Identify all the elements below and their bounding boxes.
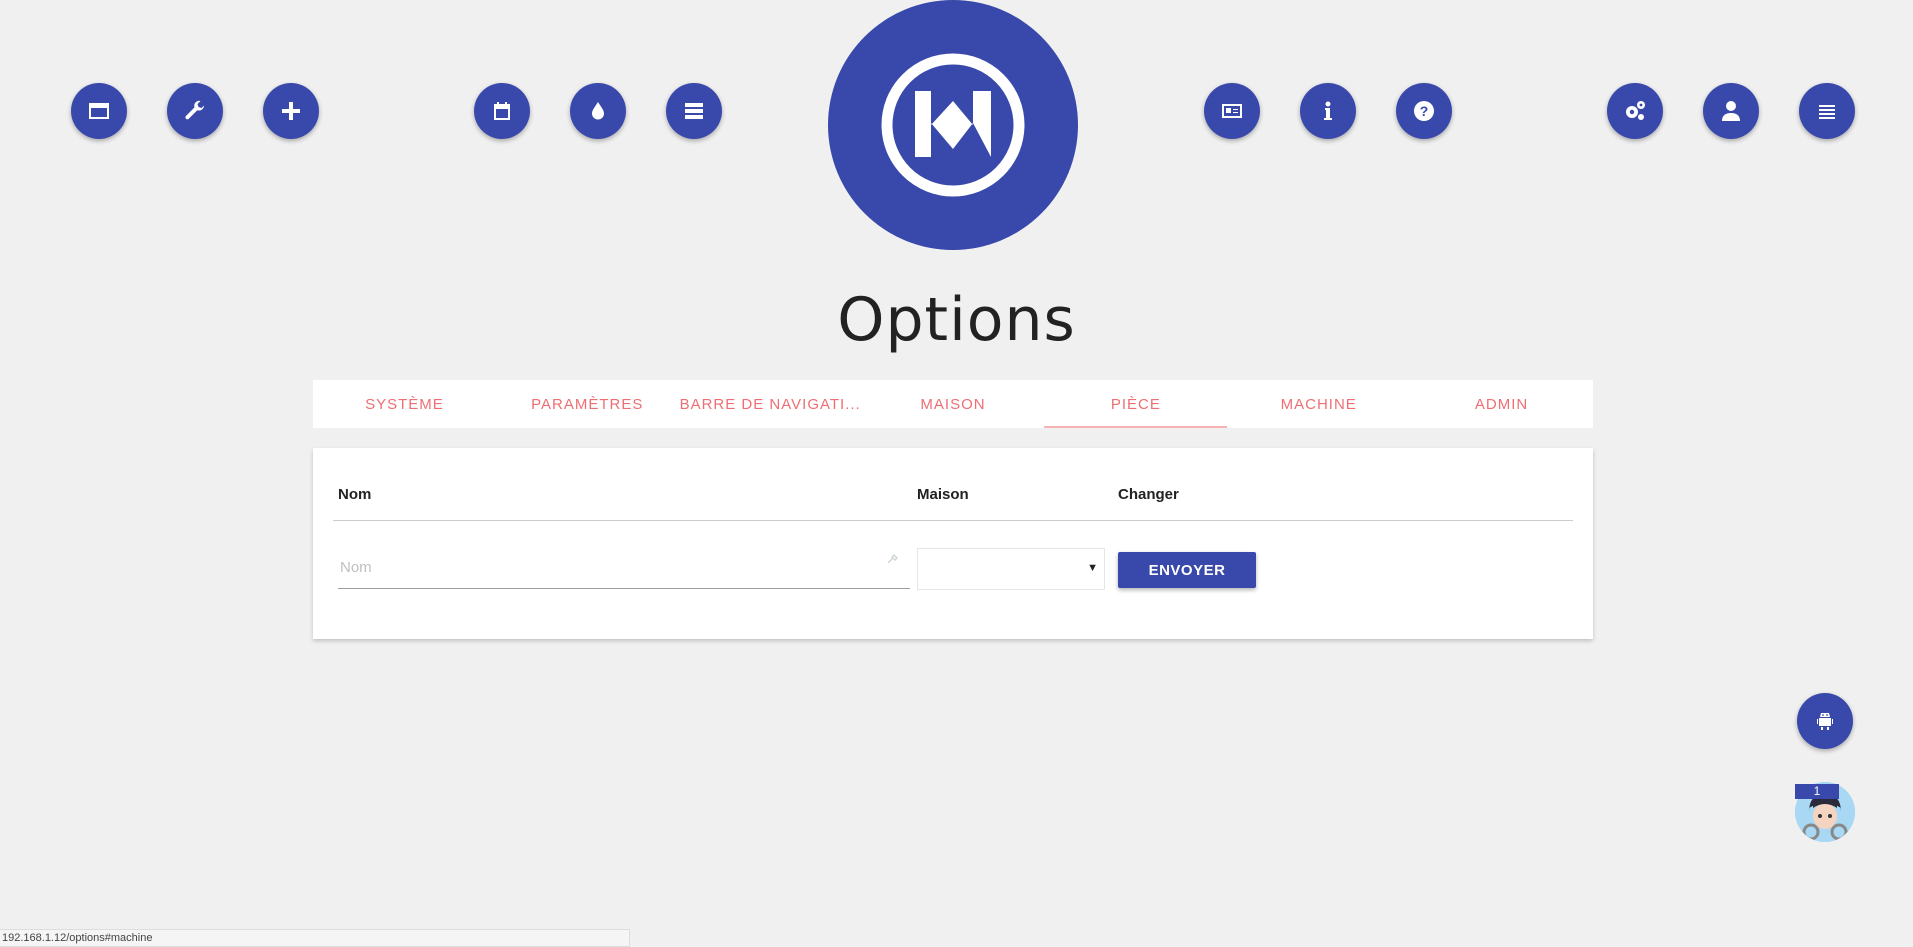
tab-barre-de-navigation[interactable]: Barre de navigati... <box>679 380 862 428</box>
plus-icon <box>282 102 300 120</box>
tab-bar: Système Paramètres Barre de navigati... … <box>313 380 1593 428</box>
tab-maison[interactable]: Maison <box>862 380 1045 428</box>
page-title: Options <box>837 285 1076 355</box>
add-button[interactable] <box>263 83 319 139</box>
robot-button[interactable] <box>1797 693 1853 749</box>
column-header-changer: Changer <box>1118 486 1179 503</box>
menu-button[interactable] <box>1799 83 1855 139</box>
header-divider <box>333 520 1573 521</box>
notification-badge: 1 <box>1795 784 1839 799</box>
question-icon: ? <box>1414 101 1434 121</box>
tab-parametres[interactable]: Paramètres <box>496 380 679 428</box>
id-card-icon <box>1222 104 1242 118</box>
window-icon <box>89 103 109 119</box>
tab-piece[interactable]: Pièce <box>1044 380 1228 428</box>
wrench-icon <box>185 100 204 120</box>
drop-button[interactable] <box>570 83 626 139</box>
chevron-down-icon: ▼ <box>1087 562 1098 574</box>
wrench-button[interactable] <box>167 83 223 139</box>
column-header-maison: Maison <box>917 486 969 503</box>
info-button[interactable] <box>1300 83 1356 139</box>
calendar-button[interactable] <box>474 83 530 139</box>
server-button[interactable] <box>666 83 722 139</box>
drop-icon <box>592 102 604 120</box>
info-icon <box>1324 101 1332 120</box>
svg-text:?: ? <box>1420 103 1429 119</box>
user-icon <box>1722 101 1740 121</box>
logo-icon <box>881 53 1025 197</box>
cogs-icon <box>1626 101 1645 120</box>
menu-icon <box>1819 105 1835 119</box>
server-icon <box>685 103 703 119</box>
calendar-icon <box>494 102 510 120</box>
tab-machine[interactable]: Machine <box>1227 380 1410 428</box>
tab-admin[interactable]: Admin <box>1410 380 1593 428</box>
piece-form-card: Nom Maison Changer ▼ Envoyer <box>313 448 1593 639</box>
tab-systeme[interactable]: Système <box>313 380 496 428</box>
window-button[interactable] <box>71 83 127 139</box>
envoyer-button[interactable]: Envoyer <box>1118 552 1256 588</box>
logo[interactable] <box>828 0 1078 250</box>
status-bar-url: 192.168.1.12/options#machine <box>0 929 630 947</box>
settings-button[interactable] <box>1607 83 1663 139</box>
nom-input[interactable] <box>338 546 910 589</box>
key-icon <box>887 553 899 564</box>
column-header-nom: Nom <box>338 486 372 503</box>
help-button[interactable]: ? <box>1396 83 1452 139</box>
user-button[interactable] <box>1703 83 1759 139</box>
id-card-button[interactable] <box>1204 83 1260 139</box>
android-icon <box>1817 713 1833 730</box>
maison-select[interactable]: ▼ <box>917 548 1105 590</box>
